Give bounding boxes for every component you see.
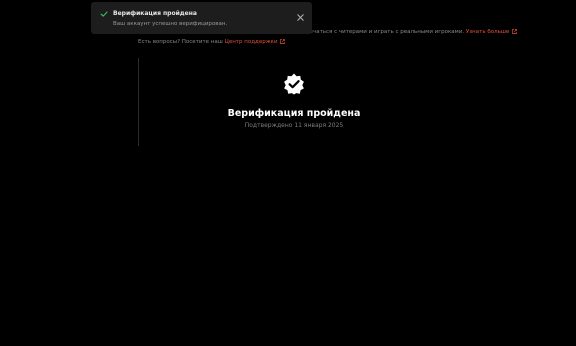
intro-line-2: Есть вопросы? Посетите наш Центр поддерж… bbox=[138, 38, 468, 48]
external-link-icon[interactable] bbox=[512, 29, 517, 34]
learn-more-link[interactable]: Узнать больше bbox=[466, 29, 509, 35]
verified-badge-icon bbox=[284, 73, 304, 95]
intro-line-2-text: Есть вопросы? Посетите наш bbox=[138, 38, 223, 45]
close-icon[interactable] bbox=[296, 13, 305, 22]
support-center-link[interactable]: Центр поддержки bbox=[225, 39, 278, 45]
check-icon bbox=[100, 11, 108, 17]
verification-date: Подтверждено 11 января 2025 bbox=[244, 122, 344, 129]
toast-message: Ваш аккаунт успешно верифицирован. bbox=[113, 21, 228, 27]
toast-title: Верификация пройдена bbox=[113, 10, 197, 17]
external-link-icon[interactable] bbox=[280, 38, 286, 44]
verification-status: Верификация пройдена Подтверждено 11 янв… bbox=[138, 72, 450, 129]
toast-notification: Верификация пройдена Ваш аккаунт успешно… bbox=[91, 2, 312, 34]
verification-title: Верификация пройдена bbox=[227, 108, 361, 119]
page: Присоединяйтесь к нам на серверах FACEIT… bbox=[0, 0, 576, 346]
